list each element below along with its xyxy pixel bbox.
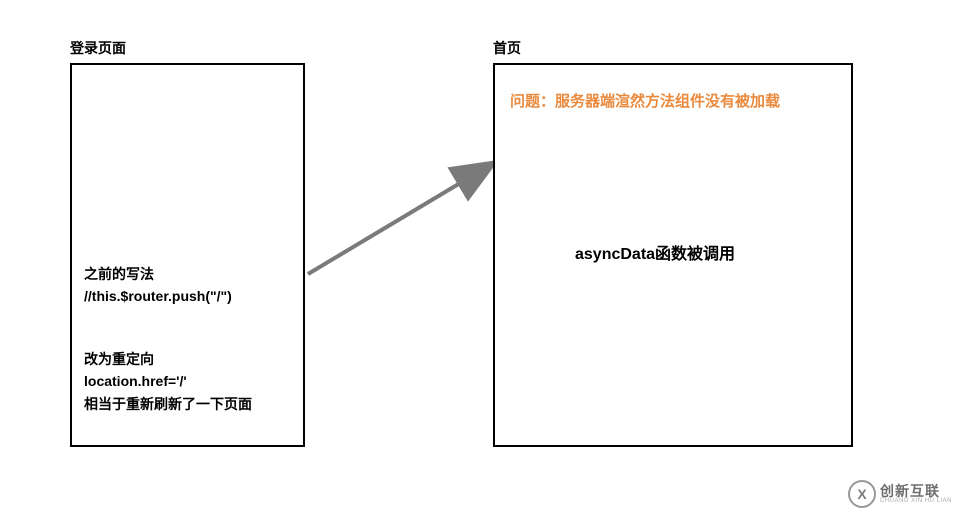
watermark-sub: CHUANG XIN HU LIAN [880, 498, 952, 504]
previous-label: 之前的写法 [84, 263, 232, 285]
watermark-text: 创新互联 CHUANG XIN HU LIAN [880, 484, 952, 504]
homepage-box: 问题：服务器端渲然方法组件没有被加载 asyncData函数被调用 [493, 63, 853, 447]
watermark-main: 创新互联 [880, 484, 952, 498]
left-box-title: 登录页面 [70, 38, 126, 58]
login-page-box: 之前的写法 //this.$router.push("/") 改为重定向 loc… [70, 63, 305, 447]
redirect-note: 相当于重新刷新了一下页面 [84, 393, 252, 415]
problem-text: 问题：服务器端渲然方法组件没有被加载 [510, 90, 780, 111]
redirect-label: 改为重定向 [84, 348, 252, 370]
previous-code: //this.$router.push("/") [84, 285, 232, 307]
arrow-icon [300, 152, 510, 282]
watermark-logo-icon: X [848, 480, 876, 508]
watermark: X 创新互联 CHUANG XIN HU LIAN [848, 480, 952, 508]
async-data-text: asyncData函数被调用 [575, 240, 735, 264]
previous-method-block: 之前的写法 //this.$router.push("/") [84, 263, 232, 308]
diagram-container: 登录页面 之前的写法 //this.$router.push("/") 改为重定… [0, 0, 960, 516]
right-box-title: 首页 [493, 38, 521, 58]
redirect-method-block: 改为重定向 location.href='/' 相当于重新刷新了一下页面 [84, 348, 252, 415]
redirect-code: location.href='/' [84, 370, 252, 392]
